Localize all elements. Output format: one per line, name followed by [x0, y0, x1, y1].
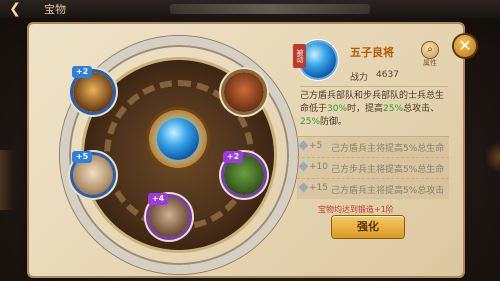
- bonus-text: 己方步兵主将提高5%总生命: [331, 165, 445, 175]
- list-item: +10 己方步兵主将提高5%总生命: [297, 158, 449, 179]
- list-item: +15 己方盾兵主将提高5%总攻击: [297, 179, 449, 199]
- page-title: 宝物: [44, 3, 66, 16]
- top-bar-blurred-content: [170, 4, 370, 14]
- passive-tag: 被动: [293, 44, 306, 68]
- slot-top-left-badge: +2: [72, 66, 92, 78]
- bonus-text: 己方盾兵主将提高5%总攻击: [331, 186, 445, 196]
- bonus-level: +10: [309, 162, 328, 172]
- power-value: 4637: [376, 70, 399, 80]
- divider: [300, 86, 448, 87]
- diamond-bullet-icon: [298, 140, 309, 151]
- background-edge-right: [486, 140, 500, 174]
- desc-text: 时，提高: [347, 104, 384, 114]
- enhance-button[interactable]: 强化: [332, 216, 404, 238]
- forge-bonus-list: +5 己方盾兵主将提高5%总生命 +10 己方步兵主将提高5%总生命 +15 己…: [297, 136, 449, 199]
- desc-text: 总攻击、: [403, 104, 440, 114]
- wheel-core-gem-icon[interactable]: [157, 118, 199, 160]
- slot-bottom-badge: +4: [148, 193, 168, 205]
- list-item: +5 己方盾兵主将提高5%总生命: [297, 137, 449, 158]
- diamond-bullet-icon: [298, 161, 309, 172]
- bonus-text: 己方盾兵主将提高5%总生命: [331, 144, 445, 154]
- background-edge-left: [0, 150, 14, 210]
- slot-left-badge: +5: [72, 151, 92, 163]
- portrait-treasure-icon: [224, 72, 264, 112]
- bonus-level: +15: [309, 183, 328, 193]
- treasure-description: 己方盾兵部队和步兵部队的士兵总生命低于30%时，提高25%总攻击、25%防御。: [300, 90, 448, 129]
- diamond-bullet-icon: [298, 182, 309, 193]
- forge-requirement-note: 宝物均达到锻造+1阶: [318, 205, 394, 214]
- bonus-level: +5: [309, 141, 323, 151]
- slot-top-left[interactable]: [73, 72, 113, 112]
- desc-highlight: 25%: [383, 104, 404, 114]
- slot-top-right[interactable]: [224, 72, 264, 112]
- treasure-name: 五子良将: [350, 46, 394, 59]
- magnifier-icon: ⌕: [422, 42, 438, 58]
- slot-right-badge: +2: [223, 151, 243, 163]
- scroll-treasure-icon: [73, 72, 113, 112]
- close-icon[interactable]: ✕: [454, 35, 476, 57]
- back-arrow-icon[interactable]: ❮: [4, 0, 26, 18]
- desc-highlight: 30%: [327, 104, 348, 114]
- power-label: 战力: [350, 73, 369, 83]
- attributes-button[interactable]: ⌕ 属性: [419, 42, 441, 68]
- desc-text: 防御。: [320, 117, 348, 127]
- attributes-label: 属性: [423, 59, 437, 67]
- desc-highlight: 25%: [300, 117, 321, 127]
